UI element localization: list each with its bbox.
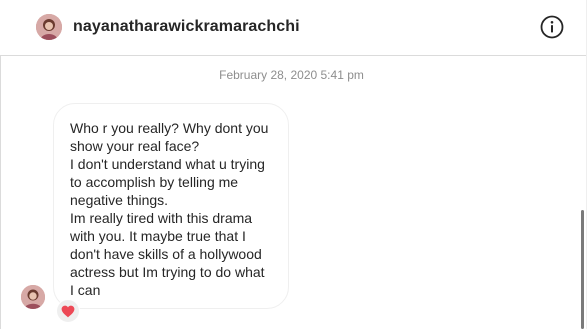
scrollbar-thumb[interactable] bbox=[581, 210, 584, 329]
heart-icon bbox=[61, 305, 75, 317]
info-button[interactable] bbox=[540, 15, 564, 39]
sender-avatar[interactable] bbox=[21, 285, 45, 309]
profile-photo-icon bbox=[21, 285, 45, 309]
info-icon bbox=[540, 15, 564, 39]
profile-photo-icon bbox=[36, 14, 62, 40]
message-bubble[interactable]: Who r you really? Why dont you show your… bbox=[53, 103, 289, 309]
conversation-username[interactable]: nayanatharawickramarachchi bbox=[73, 17, 300, 37]
reaction-badge[interactable] bbox=[56, 299, 80, 323]
avatar[interactable] bbox=[36, 14, 62, 40]
message-text: Who r you really? Why dont you show your… bbox=[70, 120, 269, 298]
dm-window: nayanatharawickramarachchi February 28, … bbox=[0, 0, 587, 329]
message-timestamp: February 28, 2020 5:41 pm bbox=[219, 68, 364, 82]
conversation-header: nayanatharawickramarachchi bbox=[0, 0, 586, 56]
message-thread: February 28, 2020 5:41 pm Who r you real… bbox=[0, 57, 586, 329]
